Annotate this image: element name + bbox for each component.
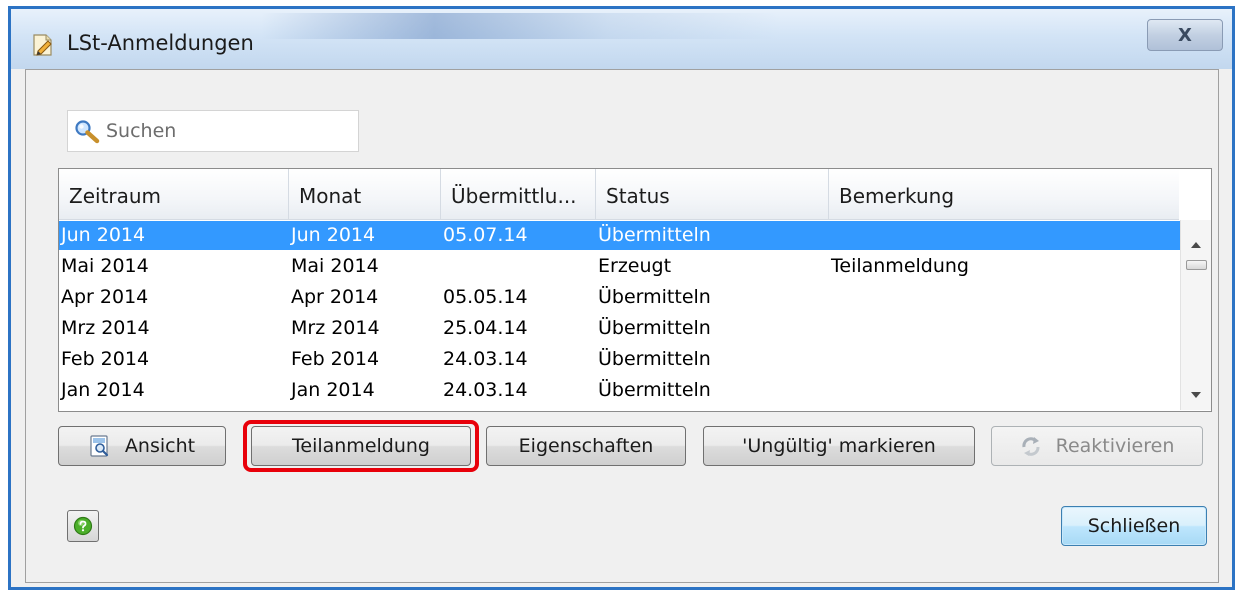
window-title: LSt-Anmeldungen [67, 31, 254, 55]
ungueltig-markieren-label: 'Ungültig' markieren [742, 435, 936, 457]
cell-status: Übermitteln [598, 317, 711, 339]
schliessen-label: Schließen [1087, 515, 1181, 537]
vertical-scrollbar[interactable] [1180, 220, 1211, 410]
cell-status: Übermitteln [598, 348, 711, 370]
scroll-thumb[interactable] [1186, 260, 1207, 270]
column-header-monat[interactable]: Monat [289, 169, 441, 219]
cell-uebermittlung: 05.05.14 [443, 286, 528, 308]
magnifier-icon [75, 120, 100, 144]
dialog-window: LSt-Anmeldungen X Zeitraum Monat Übermit… [8, 6, 1235, 590]
document-pencil-icon [33, 34, 52, 56]
cell-monat: Apr 2014 [291, 286, 379, 308]
cell-status: Erzeugt [598, 255, 672, 277]
cell-status: Übermitteln [598, 224, 711, 246]
table-row[interactable]: Jun 2014 Jun 2014 05.07.14 Übermitteln [59, 221, 1180, 250]
cell-zeitraum: Mrz 2014 [61, 317, 150, 339]
table-row[interactable]: Feb 2014 Feb 2014 24.03.14 Übermitteln [59, 345, 1180, 374]
cell-zeitraum: Jun 2014 [61, 224, 146, 246]
preview-document-icon [90, 435, 109, 457]
scroll-down-arrow-icon[interactable] [1191, 392, 1201, 398]
table-row[interactable]: Jan 2014 Jan 2014 24.03.14 Übermitteln [59, 376, 1180, 405]
close-window-button[interactable]: X [1147, 19, 1223, 51]
scroll-up-arrow-icon[interactable] [1191, 242, 1201, 248]
column-header-zeitraum[interactable]: Zeitraum [59, 169, 289, 219]
cell-zeitraum: Mai 2014 [61, 255, 149, 277]
column-header-uebermittlung[interactable]: Übermittlu... [441, 169, 596, 219]
table-row[interactable]: Apr 2014 Apr 2014 05.05.14 Übermitteln [59, 283, 1180, 312]
cell-zeitraum: Jan 2014 [61, 379, 145, 401]
eigenschaften-button[interactable]: Eigenschaften [486, 426, 686, 466]
search-input[interactable] [106, 119, 346, 143]
table-row[interactable]: Mai 2014 Mai 2014 Erzeugt Teilanmeldung [59, 252, 1180, 281]
dialog-client-area: Zeitraum Monat Übermittlu... Status Beme… [25, 69, 1219, 583]
title-bar[interactable]: LSt-Anmeldungen X [11, 9, 1232, 69]
help-green-circle-icon [73, 516, 93, 536]
cell-status: Übermitteln [598, 379, 711, 401]
table-header: Zeitraum Monat Übermittlu... Status Beme… [59, 169, 1179, 220]
highlight-annotation [243, 420, 479, 472]
title-bar-glass-streak [261, 13, 781, 39]
help-button[interactable] [67, 510, 99, 542]
cell-monat: Mrz 2014 [291, 317, 380, 339]
anmeldungen-table[interactable]: Zeitraum Monat Übermittlu... Status Beme… [58, 168, 1212, 412]
cell-status: Übermitteln [598, 286, 711, 308]
column-header-bemerkung[interactable]: Bemerkung [829, 169, 1179, 219]
cell-uebermittlung: 25.04.14 [443, 317, 528, 339]
ungueltig-markieren-button[interactable]: 'Ungültig' markieren [703, 426, 975, 466]
table-row[interactable]: Mrz 2014 Mrz 2014 25.04.14 Übermitteln [59, 314, 1180, 343]
cell-monat: Mai 2014 [291, 255, 379, 277]
cell-bemerkung: Teilanmeldung [831, 255, 969, 277]
cell-uebermittlung: 24.03.14 [443, 348, 528, 370]
cell-monat: Feb 2014 [291, 348, 380, 370]
cell-monat: Jun 2014 [291, 224, 376, 246]
cell-uebermittlung: 05.07.14 [443, 224, 528, 246]
reaktivieren-button[interactable]: Reaktivieren [991, 426, 1203, 466]
reactivate-arrows-icon [1022, 437, 1040, 456]
cell-monat: Jan 2014 [291, 379, 375, 401]
column-header-status[interactable]: Status [596, 169, 829, 219]
schliessen-button[interactable]: Schließen [1061, 506, 1207, 546]
reaktivieren-label: Reaktivieren [1055, 435, 1175, 457]
search-box[interactable] [67, 110, 359, 152]
cell-zeitraum: Apr 2014 [61, 286, 149, 308]
ansicht-label: Ansicht [124, 435, 196, 457]
eigenschaften-label: Eigenschaften [518, 435, 654, 457]
cell-uebermittlung: 24.03.14 [443, 379, 528, 401]
ansicht-button[interactable]: Ansicht [58, 426, 226, 466]
cell-zeitraum: Feb 2014 [61, 348, 150, 370]
